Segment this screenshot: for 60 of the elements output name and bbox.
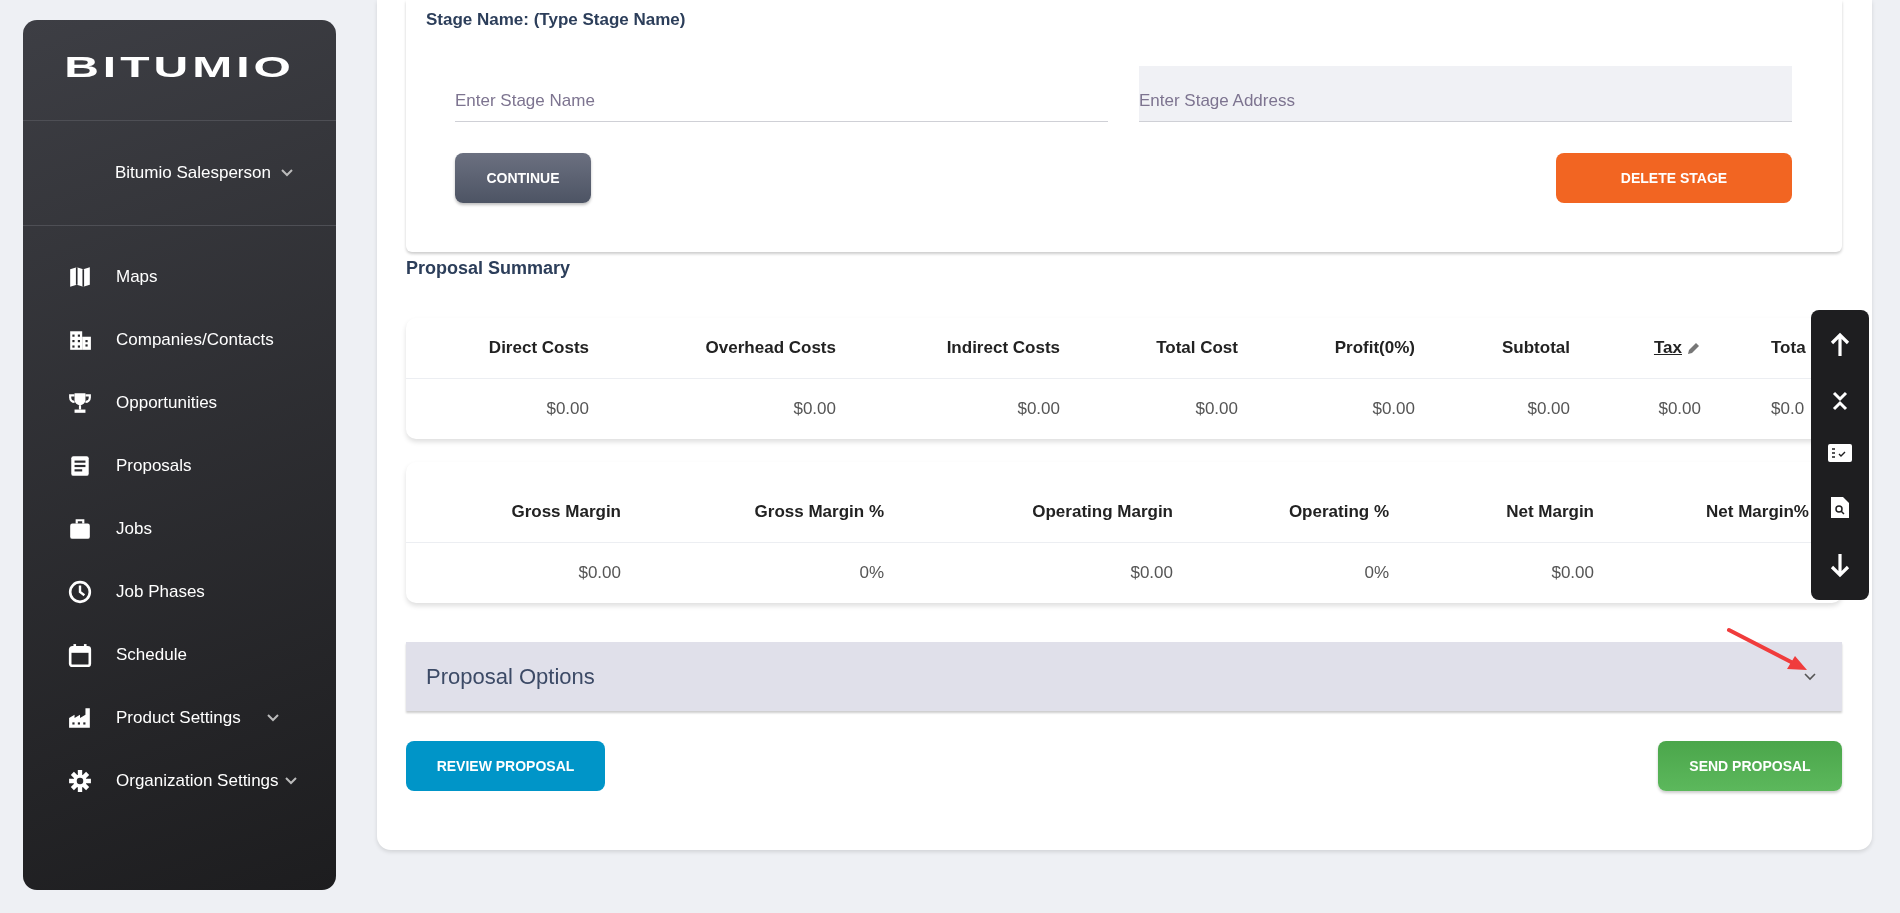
arrow-down-icon[interactable]: [1830, 551, 1850, 578]
table-cell-text: $0.00: [1550, 563, 1594, 583]
collapse-icon[interactable]: [1832, 390, 1848, 411]
column-header: Profit(0%): [1333, 338, 1415, 358]
column-header: Gross Margin %: [753, 502, 884, 522]
sidebar-item[interactable]: Proposals: [23, 434, 336, 497]
column-header: Overhead Costs: [704, 338, 836, 358]
sidebar-item[interactable]: Job Phases: [23, 560, 336, 623]
sidebar-item[interactable]: Jobs: [23, 497, 336, 560]
table-cell-text: $0.00: [1657, 399, 1701, 419]
table-cell-text: 0%: [858, 563, 884, 583]
sidebar-item[interactable]: Companies/Contacts: [23, 308, 336, 371]
chevron-down-icon: [280, 169, 293, 177]
column-header: Operating %: [1287, 502, 1389, 522]
stage-title: Stage Name: (Type Stage Name): [426, 10, 687, 30]
table-cell-text: 0%: [1363, 563, 1389, 583]
column-header: Operating Margin: [1031, 502, 1173, 522]
document-icon: [68, 453, 92, 478]
column-header: Direct Costs: [487, 338, 589, 358]
clock-icon: [68, 579, 92, 604]
pencil-icon[interactable]: [1686, 341, 1701, 356]
sidebar-item[interactable]: Opportunities: [23, 371, 336, 434]
checklist-icon[interactable]: [1827, 442, 1853, 463]
continue-button[interactable]: CONTINUE: [455, 153, 591, 203]
document-search-icon[interactable]: [1830, 495, 1850, 520]
chevron-down-icon: [266, 713, 279, 722]
table-cell-text: $0.00: [1194, 399, 1238, 419]
table-cell-text: $0.00: [792, 399, 836, 419]
section-title: Proposal Summary: [406, 258, 572, 280]
settings-icon: [68, 768, 92, 793]
input-field[interactable]: Enter Stage Address: [1139, 66, 1792, 122]
column-header: Net Margin%: [1705, 502, 1809, 522]
column-header: Indirect Costs: [945, 338, 1060, 358]
sidebar-item[interactable]: Maps: [23, 245, 336, 308]
briefcase-icon: [68, 516, 92, 541]
user-name[interactable]: Bitumio Salesperson: [115, 163, 271, 183]
calendar-icon: [68, 642, 92, 667]
accordion-header[interactable]: Proposal Options: [406, 642, 1842, 711]
sidebar-item[interactable]: Organization Settings: [23, 749, 336, 812]
column-header[interactable]: Tax: [1570, 338, 1701, 358]
trophy-icon: [68, 390, 92, 415]
column-header: Tota: [1770, 338, 1807, 358]
factory-icon: [68, 705, 92, 730]
table-cell-text: $0.00: [577, 563, 621, 583]
column-header: Gross Margin: [510, 502, 621, 522]
sidebar-item[interactable]: Schedule: [23, 623, 336, 686]
logo: BITUMIO: [63, 49, 296, 84]
column-header: Subtotal: [1501, 338, 1570, 358]
sidebar-item[interactable]: Product Settings: [23, 686, 336, 749]
map-icon: [68, 264, 92, 289]
table-cell-text: $0.0: [1770, 399, 1806, 419]
column-header: Total Cost: [1155, 338, 1238, 358]
arrow-up-icon[interactable]: [1830, 332, 1850, 359]
table-cell-text: $0.00: [1129, 563, 1173, 583]
table-cell-text: $0.00: [1016, 399, 1060, 419]
table-cell-text: $0.00: [545, 399, 589, 419]
column-header: Net Margin: [1505, 502, 1594, 522]
table-cell-text: $0.00: [1526, 399, 1570, 419]
chevron-down-icon: [284, 776, 297, 785]
table-cell-text: $0.00: [1371, 399, 1415, 419]
